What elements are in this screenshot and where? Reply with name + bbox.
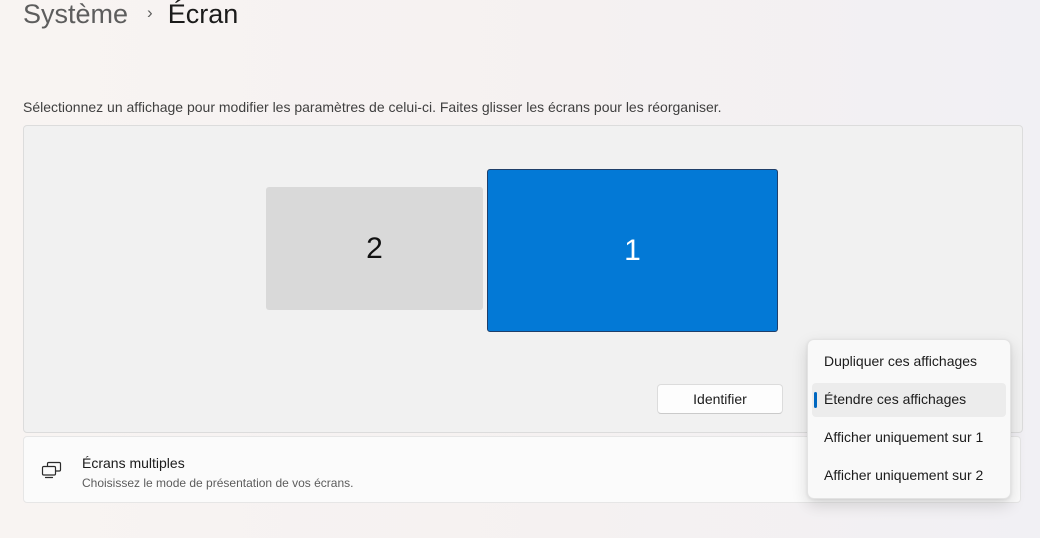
menu-item-label: Afficher uniquement sur 1 [824, 429, 984, 445]
identify-button[interactable]: Identifier [657, 384, 783, 414]
display-2-number: 2 [366, 231, 383, 265]
menu-item-label: Afficher uniquement sur 2 [824, 467, 984, 483]
selected-indicator [814, 392, 817, 408]
breadcrumb: Système › Écran [23, 0, 238, 34]
menu-item-only-1[interactable]: Afficher uniquement sur 1 [812, 421, 1006, 455]
display-1-number: 1 [624, 233, 641, 267]
menu-item-label: Étendre ces affichages [824, 391, 967, 407]
display-2-tile[interactable]: 2 [266, 187, 483, 310]
multiple-displays-title: Écrans multiples [82, 455, 185, 471]
projection-mode-menu: Dupliquer ces affichages Étendre ces aff… [807, 339, 1011, 499]
menu-item-label: Dupliquer ces affichages [824, 353, 978, 369]
breadcrumb-chevron-icon: › [147, 3, 153, 22]
display-1-tile[interactable]: 1 [487, 169, 778, 332]
multiple-displays-description: Choisissez le mode de présentation de vo… [82, 476, 354, 490]
menu-item-only-2[interactable]: Afficher uniquement sur 2 [812, 459, 1006, 493]
menu-item-extend[interactable]: Étendre ces affichages [812, 383, 1006, 417]
menu-item-duplicate[interactable]: Dupliquer ces affichages [812, 345, 1006, 379]
multiple-displays-icon [41, 461, 62, 479]
page-title: Écran [167, 0, 239, 29]
breadcrumb-parent-systeme[interactable]: Système [23, 0, 128, 30]
display-arrangement-instructions: Sélectionnez un affichage pour modifier … [23, 99, 722, 115]
